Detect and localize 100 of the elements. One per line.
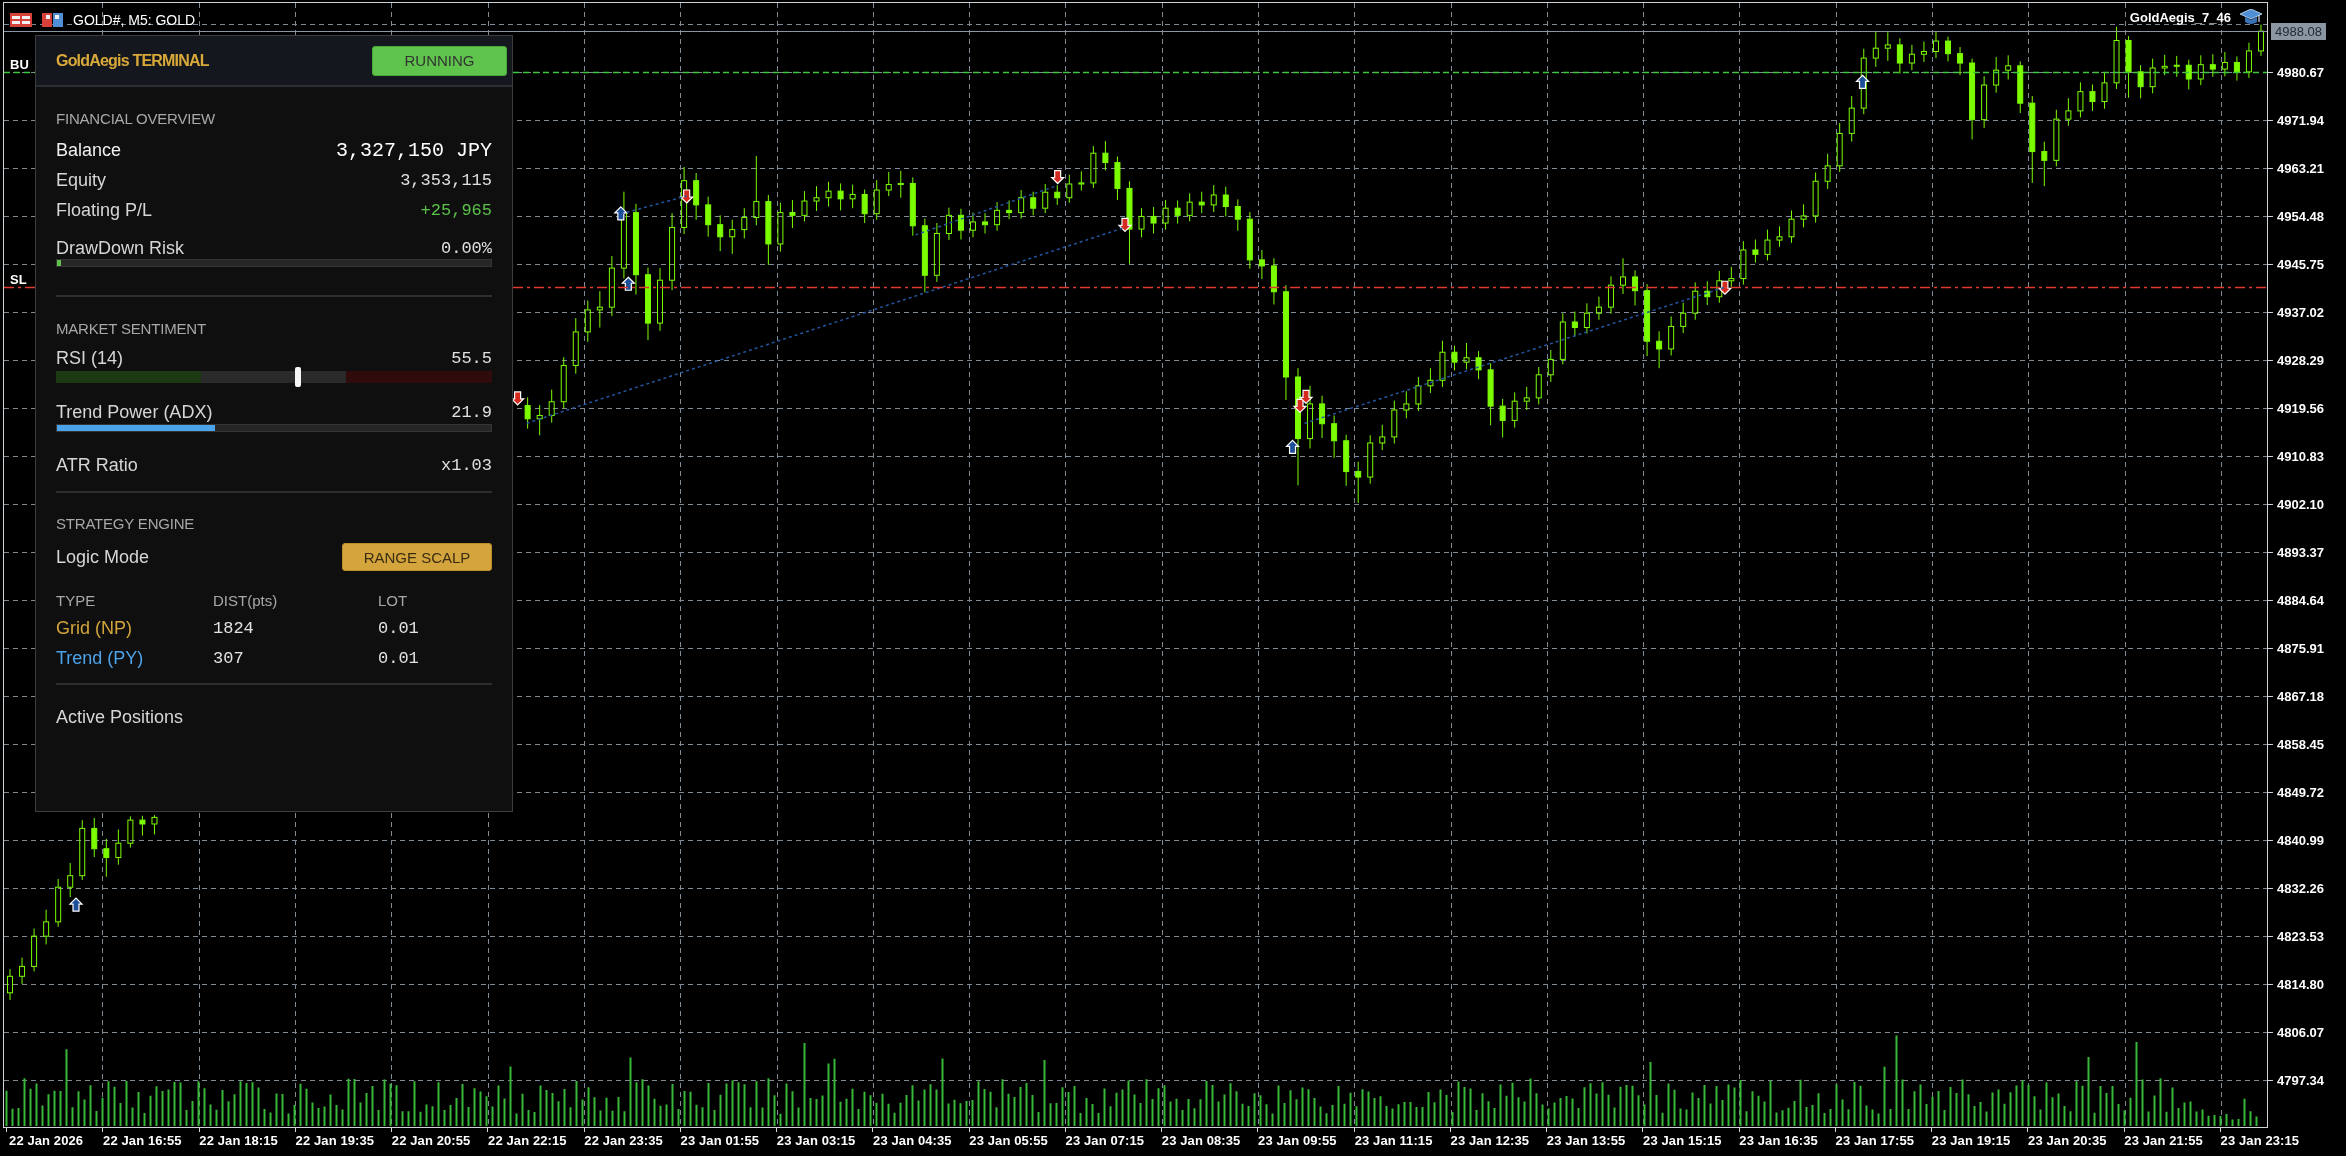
candlestick [91, 817, 98, 858]
candlestick [885, 171, 892, 197]
price-label: 4858.45 [2277, 736, 2324, 752]
down-arrow-icon [1292, 398, 1308, 414]
candlestick [1319, 395, 1326, 439]
status-badge: RUNNING [372, 45, 507, 76]
level-line-label: BU [10, 57, 29, 72]
candlestick [2041, 141, 2048, 187]
candlestick [741, 207, 748, 239]
candlestick [1258, 249, 1265, 280]
candlestick [2233, 55, 2240, 82]
section-heading: FINANCIAL OVERVIEW [56, 109, 215, 129]
candlestick [584, 300, 591, 343]
candlestick [1800, 203, 1807, 228]
table-cell: 0.01 [378, 619, 419, 638]
price-label: 4954.48 [2277, 208, 2324, 224]
candlestick [560, 356, 567, 409]
candlestick [1776, 225, 1783, 248]
down-arrow-icon [1717, 280, 1733, 296]
time-label: 23 Jan 21:55 [2124, 1133, 2203, 1149]
candlestick [705, 196, 712, 238]
candlestick [1198, 191, 1205, 214]
candlestick [2221, 51, 2228, 77]
candlestick [548, 389, 555, 424]
time-label: 23 Jan 16:35 [1739, 1133, 1818, 1149]
price-label: 4832.26 [2277, 880, 2324, 896]
price-label: 4849.72 [2277, 784, 2324, 800]
metric-label: Logic Mode [56, 546, 150, 568]
candlestick [1945, 36, 1952, 62]
candlestick [1222, 186, 1229, 217]
candlestick [669, 212, 676, 291]
candlestick [1668, 316, 1675, 357]
up-arrow-icon [68, 897, 84, 912]
candlestick [1331, 414, 1338, 459]
candlestick [1427, 367, 1434, 394]
candlestick [1403, 390, 1410, 419]
candlestick [933, 222, 940, 283]
time-label: 22 Jan 16:55 [103, 1133, 182, 1149]
metric-label: RSI (14) [56, 348, 124, 369]
candlestick [572, 317, 579, 375]
expert-name: GoldAegis_7_46 [2129, 9, 2231, 26]
metric-value: 3,327,150 JPY [335, 138, 492, 162]
candlestick [1969, 58, 1976, 140]
time-label: 23 Jan 12:35 [1450, 1133, 1530, 1149]
candlestick [994, 201, 1001, 232]
split-window-icon [42, 13, 63, 27]
column-header: LOT [378, 591, 408, 609]
time-label: 23 Jan 20:35 [2028, 1133, 2107, 1149]
candlestick [1740, 240, 1747, 286]
candlestick [103, 838, 110, 878]
candlestick [1607, 275, 1614, 315]
time-label: 23 Jan 04:35 [873, 1133, 952, 1149]
candlestick [1355, 461, 1362, 504]
candlestick [1896, 37, 1903, 74]
candlestick [825, 181, 832, 208]
candlestick [1547, 349, 1554, 383]
candlestick [813, 185, 820, 212]
candlestick [2173, 55, 2180, 78]
price-label: 4971.94 [2277, 112, 2324, 128]
candlestick [1487, 362, 1494, 426]
candlestick [1884, 31, 1891, 62]
up-arrow-icon [613, 206, 629, 221]
candlestick [2257, 24, 2264, 57]
candlestick [1499, 398, 1506, 438]
table-icon [10, 13, 32, 27]
candlestick [1981, 75, 1988, 129]
section-heading: STRATEGY ENGINE [56, 514, 195, 534]
candlestick [644, 267, 651, 341]
price-label: 4814.80 [2277, 976, 2324, 992]
candlestick [681, 166, 688, 235]
candlestick [31, 927, 38, 972]
metric-label: Floating P/L [56, 199, 153, 221]
metric-value: 55.5 [451, 349, 492, 368]
candlestick [2245, 42, 2252, 79]
candlestick [897, 170, 904, 199]
candlestick [1656, 330, 1663, 369]
current-price-tag: 4988.08 [2271, 23, 2326, 40]
down-arrow-icon [1050, 169, 1066, 185]
metric-value: +25,965 [420, 200, 492, 220]
price-label: 4893.37 [2277, 544, 2324, 560]
candlestick [1270, 257, 1277, 305]
candlestick [1102, 140, 1109, 171]
candlestick [861, 189, 868, 224]
time-label: 23 Jan 23:15 [2220, 1133, 2300, 1149]
time-label: 23 Jan 17:55 [1835, 1133, 1915, 1149]
candlestick [1379, 424, 1386, 451]
candlestick [1728, 266, 1735, 288]
metric-label: Trend Power (ADX) [56, 401, 213, 423]
candlestick [1282, 284, 1289, 401]
time-label: 22 Jan 20:55 [391, 1133, 471, 1149]
time-label: 22 Jan 18:15 [199, 1133, 278, 1149]
trade-line [620, 195, 688, 215]
price-label: 4867.18 [2277, 688, 2324, 704]
price-label: 4797.34 [2277, 1072, 2324, 1088]
metric-label: ATR Ratio [56, 454, 138, 476]
metric-value: 3,353,115 [400, 170, 492, 190]
graduation-cap-icon [2240, 9, 2262, 26]
candlestick [1246, 211, 1253, 270]
candlestick [1174, 200, 1181, 225]
candlestick [1812, 171, 1819, 223]
